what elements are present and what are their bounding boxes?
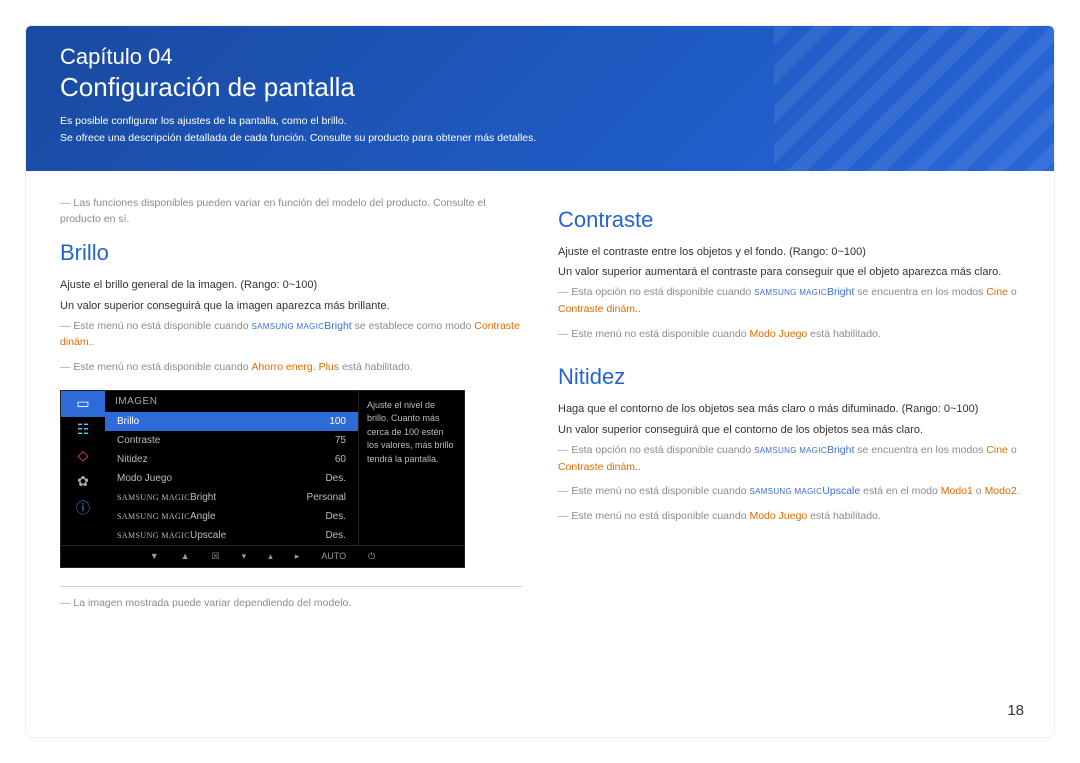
chapter-header: Capítulo 04 Configuración de pantalla Es… <box>26 26 1054 171</box>
nitidez-desc-1: Haga que el contorno de los objetos sea … <box>558 400 1020 419</box>
osd-help-text: Ajuste el nivel de brillo. Cuanto más ce… <box>358 391 464 545</box>
osd-tabs: ▭ ☷ ◇ ✿ ⓘ <box>61 391 105 545</box>
osd-screenshot: ▭ ☷ ◇ ✿ ⓘ IMAGEN Brillo100Contraste75Nit… <box>60 390 465 568</box>
contraste-note-2: Este menú no está disponible cuando Modo… <box>558 326 1020 343</box>
osd-row: Brillo100 <box>105 412 358 431</box>
nav-down-icon: ▼ <box>150 551 159 561</box>
osd-row: SAMSUNG MAGICBrightPersonal <box>105 488 358 507</box>
osd-row: Contraste75 <box>105 431 358 450</box>
right-column: Contraste Ajuste el contraste entre los … <box>558 195 1020 620</box>
page: Capítulo 04 Configuración de pantalla Es… <box>25 25 1055 738</box>
page-title: Configuración de pantalla <box>60 72 1020 103</box>
contraste-note-1: Esta opción no está disponible cuando SA… <box>558 284 1020 318</box>
contraste-desc-2: Un valor superior aumentará el contraste… <box>558 263 1020 282</box>
nav-power-icon: ⏻ <box>368 551 375 562</box>
nav-close-icon: ☒ <box>212 551 220 562</box>
tab-size-icon: ◇ <box>61 443 105 469</box>
header-desc-1: Es posible configurar los ajustes de la … <box>60 113 1020 130</box>
osd-main: IMAGEN Brillo100Contraste75Nitidez60Modo… <box>105 391 464 545</box>
osd-body: ▭ ☷ ◇ ✿ ⓘ IMAGEN Brillo100Contraste75Nit… <box>61 391 464 545</box>
nav-down2-icon: ▾ <box>242 551 247 562</box>
page-number: 18 <box>1007 702 1024 719</box>
brillo-desc-1: Ajuste el brillo general de la imagen. (… <box>60 276 522 295</box>
chapter-label: Capítulo 04 <box>60 44 1020 70</box>
tab-image-icon: ▭ <box>61 391 105 417</box>
osd-list: IMAGEN Brillo100Contraste75Nitidez60Modo… <box>105 391 358 545</box>
osd-footer: ▼ ▲ ☒ ▾ ▴ ▸ AUTO ⏻ <box>61 545 464 567</box>
brillo-note-1: Este menú no está disponible cuando SAMS… <box>60 318 522 352</box>
brillo-desc-2: Un valor superior conseguirá que la imag… <box>60 297 522 316</box>
nitidez-desc-2: Un valor superior conseguirá que el cont… <box>558 421 1020 440</box>
header-desc-2: Se ofrece una descripción detallada de c… <box>60 130 1020 147</box>
nav-auto: AUTO <box>321 551 346 561</box>
left-column: Las funciones disponibles pueden variar … <box>60 195 522 620</box>
osd-title: IMAGEN <box>105 391 358 412</box>
divider <box>60 586 522 587</box>
brillo-note-2: Este menú no está disponible cuando Ahor… <box>60 359 522 376</box>
top-note: Las funciones disponibles pueden variar … <box>60 195 522 229</box>
heading-brillo: Brillo <box>60 240 522 266</box>
osd-row: Nitidez60 <box>105 450 358 469</box>
nav-up2-icon: ▴ <box>268 551 273 562</box>
tab-color-icon: ☷ <box>61 417 105 443</box>
nav-up-icon: ▲ <box>181 551 190 561</box>
contraste-desc-1: Ajuste el contraste entre los objetos y … <box>558 243 1020 262</box>
nitidez-note-3: Este menú no está disponible cuando Modo… <box>558 508 1020 525</box>
tab-settings-icon: ✿ <box>61 469 105 495</box>
tab-info-icon: ⓘ <box>61 495 105 521</box>
content: Las funciones disponibles pueden variar … <box>26 171 1054 644</box>
image-model-note: La imagen mostrada puede variar dependie… <box>60 595 522 612</box>
osd-row: Modo JuegoDes. <box>105 469 358 488</box>
osd-row: SAMSUNG MAGICUpscaleDes. <box>105 526 358 545</box>
nitidez-note-1: Esta opción no está disponible cuando SA… <box>558 442 1020 476</box>
osd-row: SAMSUNG MAGICAngleDes. <box>105 507 358 526</box>
heading-nitidez: Nitidez <box>558 364 1020 390</box>
heading-contraste: Contraste <box>558 207 1020 233</box>
nitidez-note-2: Este menú no está disponible cuando SAMS… <box>558 483 1020 500</box>
nav-enter-icon: ▸ <box>295 551 300 562</box>
